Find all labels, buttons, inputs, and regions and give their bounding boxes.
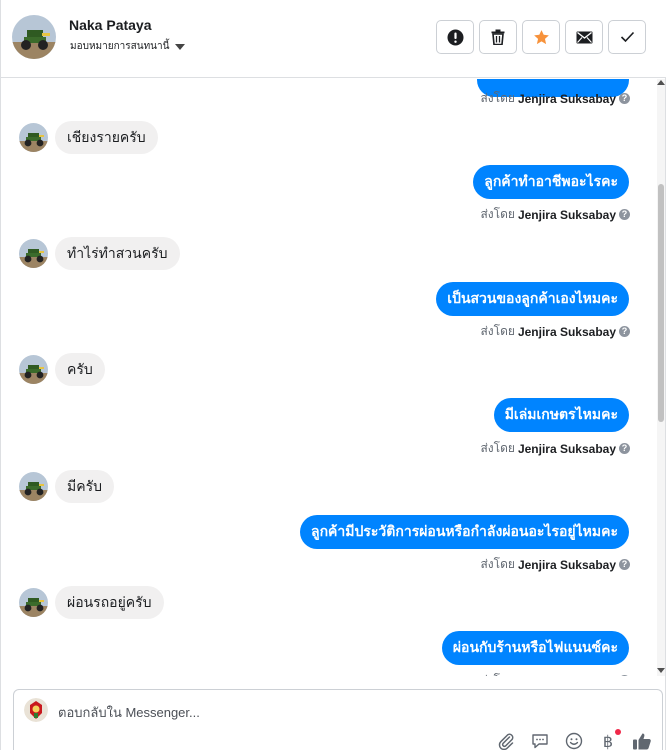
message-bubble: มีครับ bbox=[55, 470, 114, 503]
sent-by-label: ส่งโดย Jenjira Suksabay ? bbox=[480, 555, 630, 574]
sent-by-label: ส่งโดย Jenjira Suksabay ? bbox=[480, 671, 630, 676]
outgoing-message: ลูกค้าทำอาชีพอะไรคะ bbox=[473, 165, 629, 199]
message-thread[interactable]: ส่งโดย Jenjira Suksabay ? เชียงรายครับ ล… bbox=[1, 79, 659, 676]
incoming-message: ผ่อนรถอยู่ครับ bbox=[19, 586, 164, 619]
check-icon bbox=[620, 31, 634, 43]
sender-name[interactable]: Jenjira Suksabay bbox=[518, 674, 616, 677]
help-icon[interactable]: ? bbox=[619, 326, 630, 337]
mark-spam-button[interactable] bbox=[436, 20, 474, 54]
thread-scrollbar[interactable] bbox=[657, 79, 665, 676]
message-bubble: ผ่อนกับร้านหรือไฟแนนซ์คะ bbox=[441, 631, 629, 665]
outgoing-message: เป็นสวนของลูกค้าเองไหมคะ bbox=[436, 282, 629, 316]
help-icon[interactable]: ? bbox=[619, 675, 630, 676]
scroll-thumb[interactable] bbox=[658, 184, 664, 422]
sender-name[interactable]: Jenjira Suksabay bbox=[518, 92, 616, 106]
incoming-message: เชียงรายครับ bbox=[19, 121, 158, 154]
assign-conversation-dropdown[interactable]: มอบหมายการสนทนานี้ bbox=[70, 39, 186, 54]
emoji-icon bbox=[565, 732, 583, 750]
like-icon bbox=[633, 733, 651, 750]
message-bubble: ลูกค้าทำอาชีพอะไรคะ bbox=[473, 165, 629, 199]
contact-name[interactable]: Naka Pataya bbox=[69, 17, 152, 33]
outgoing-message: มีเล่มเกษตรไหมคะ bbox=[493, 398, 629, 432]
assign-conversation-label: มอบหมายการสนทนานี้ bbox=[70, 41, 170, 52]
reply-composer: ฿ bbox=[13, 689, 663, 750]
star-icon bbox=[533, 29, 549, 44]
like-button[interactable] bbox=[632, 731, 652, 750]
contact-avatar-small[interactable] bbox=[19, 588, 48, 617]
outgoing-message: ลูกค้ามีประวัติการผ่อนหรือกำลังผ่อนอะไรอ… bbox=[299, 515, 629, 549]
reply-input[interactable] bbox=[58, 702, 478, 722]
payment-baht-icon: ฿ bbox=[602, 731, 614, 750]
saved-reply-icon bbox=[532, 734, 548, 749]
message-bubble: ทำไร่ทำสวนครับ bbox=[55, 237, 180, 270]
contact-avatar-small[interactable] bbox=[19, 355, 48, 384]
mark-unread-button[interactable] bbox=[565, 20, 603, 54]
sender-name[interactable]: Jenjira Suksabay bbox=[518, 208, 616, 222]
help-icon[interactable]: ? bbox=[619, 559, 630, 570]
outgoing-message: ผ่อนกับร้านหรือไฟแนนซ์คะ bbox=[441, 631, 629, 665]
notification-dot bbox=[615, 729, 621, 735]
sender-name[interactable]: Jenjira Suksabay bbox=[518, 442, 616, 456]
incoming-message: ทำไร่ทำสวนครับ bbox=[19, 237, 180, 270]
sent-by-label: ส่งโดย Jenjira Suksabay ? bbox=[480, 205, 630, 224]
contact-avatar[interactable] bbox=[12, 15, 56, 59]
saved-replies-button[interactable] bbox=[530, 731, 550, 750]
envelope-icon bbox=[576, 31, 592, 43]
contact-avatar-small[interactable] bbox=[19, 239, 48, 268]
alert-icon bbox=[447, 29, 463, 45]
incoming-message: ครับ bbox=[19, 353, 105, 386]
message-bubble: เชียงรายครับ bbox=[55, 121, 158, 154]
done-button[interactable] bbox=[608, 20, 646, 54]
sender-name[interactable]: Jenjira Suksabay bbox=[518, 558, 616, 572]
conversation-header: Naka Pataya มอบหมายการสนทนานี้ bbox=[1, 0, 666, 78]
composer-tools: ฿ bbox=[496, 729, 652, 750]
sent-by-label: ส่งโดย Jenjira Suksabay ? bbox=[480, 439, 630, 458]
sent-by-label: ส่งโดย Jenjira Suksabay ? bbox=[480, 322, 630, 341]
help-icon[interactable]: ? bbox=[619, 443, 630, 454]
scroll-up-arrow-icon[interactable] bbox=[657, 80, 665, 85]
message-bubble: ครับ bbox=[55, 353, 105, 386]
message-bubble: ลูกค้ามีประวัติการผ่อนหรือกำลังผ่อนอะไรอ… bbox=[299, 515, 629, 549]
delete-button[interactable] bbox=[479, 20, 517, 54]
emoji-button[interactable] bbox=[564, 731, 584, 750]
message-bubble: ผ่อนรถอยู่ครับ bbox=[55, 586, 164, 619]
incoming-message: มีครับ bbox=[19, 470, 114, 503]
star-button[interactable] bbox=[522, 20, 560, 54]
chevron-down-icon bbox=[175, 43, 186, 50]
help-icon[interactable]: ? bbox=[619, 209, 630, 220]
page-avatar bbox=[24, 698, 48, 722]
message-bubble: มีเล่มเกษตรไหมคะ bbox=[493, 398, 629, 432]
attach-file-button[interactable] bbox=[496, 731, 516, 750]
payment-button[interactable]: ฿ bbox=[598, 729, 621, 750]
sender-name[interactable]: Jenjira Suksabay bbox=[518, 325, 616, 339]
contact-avatar-small[interactable] bbox=[19, 472, 48, 501]
paperclip-icon bbox=[498, 733, 514, 750]
sent-by-label: ส่งโดย Jenjira Suksabay ? bbox=[480, 89, 630, 108]
contact-avatar-small[interactable] bbox=[19, 123, 48, 152]
scroll-down-arrow-icon[interactable] bbox=[657, 668, 665, 673]
conversation-window: Naka Pataya มอบหมายการสนทนานี้ ส่งโดย Je… bbox=[0, 0, 666, 750]
message-bubble: เป็นสวนของลูกค้าเองไหมคะ bbox=[436, 282, 629, 316]
help-icon[interactable]: ? bbox=[619, 93, 630, 104]
trash-icon bbox=[491, 29, 505, 45]
header-actions bbox=[436, 20, 646, 54]
